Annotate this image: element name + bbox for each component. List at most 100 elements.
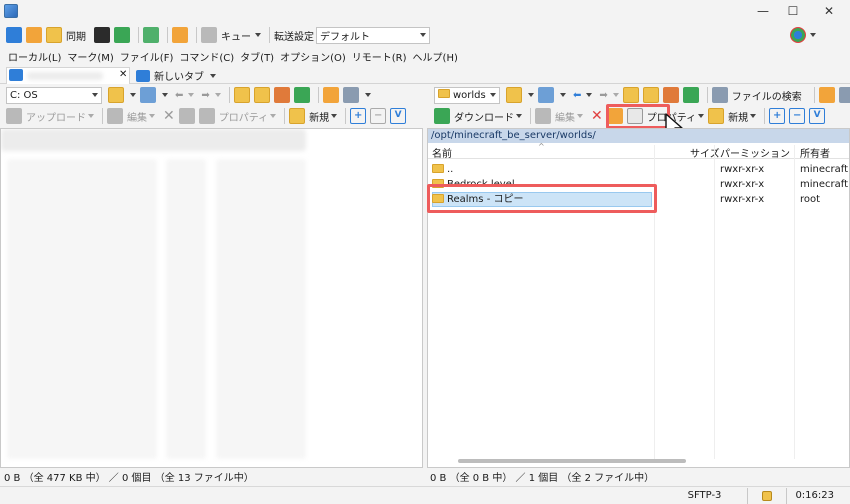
transfer-icon[interactable] <box>114 27 130 43</box>
menu-tab[interactable]: タブ(T) <box>240 49 274 64</box>
preferences-gear-icon[interactable] <box>172 27 188 43</box>
edit-icon[interactable] <box>107 108 123 124</box>
transfer-settings-select[interactable]: デフォルト <box>316 26 430 44</box>
download-button[interactable]: ダウンロード <box>454 109 514 124</box>
back-arrow-icon[interactable]: ⬅ <box>175 90 183 101</box>
view-mode-icon[interactable] <box>838 87 850 103</box>
new-tab-label: 新しいタブ <box>154 72 204 83</box>
invert-selection-icon[interactable]: V <box>809 108 826 124</box>
sync-icon[interactable] <box>46 27 62 43</box>
delete-icon[interactable]: ✕ <box>163 108 175 124</box>
menu-options[interactable]: オプション(O) <box>280 49 346 64</box>
open-folder-icon[interactable] <box>108 87 124 103</box>
home-icon[interactable] <box>273 87 290 103</box>
left-drive-select[interactable]: C: OS <box>6 86 102 104</box>
highlight-selected-row <box>427 184 657 213</box>
edit-icon[interactable] <box>535 108 551 124</box>
remote-path-bar[interactable]: /opt/minecraft_be_server/worlds/ <box>428 129 849 143</box>
filter-icon[interactable] <box>538 87 554 103</box>
file-owner: root <box>800 194 821 205</box>
close-tab-icon[interactable]: ✕ <box>119 69 127 80</box>
forward-arrow-icon[interactable]: ➡ <box>201 90 209 101</box>
filter-icon[interactable] <box>140 87 156 103</box>
menu-bar: ローカル(L) マーク(M) ファイル(F) コマンド(C) タブ(T) オプシ… <box>8 48 464 64</box>
left-edit-button[interactable]: 編集 <box>127 109 147 124</box>
forward-arrow-icon[interactable]: ➡ <box>599 90 607 101</box>
back-arrow-icon[interactable]: ⬅ <box>573 90 581 101</box>
menu-mark[interactable]: マーク(M) <box>67 49 113 64</box>
horizontal-scrollbar[interactable] <box>458 459 686 463</box>
sync-label[interactable]: 同期 <box>66 28 86 43</box>
right-edit-button[interactable]: 編集 <box>555 109 575 124</box>
queue-button[interactable]: キュー <box>221 28 251 43</box>
view-mode-icon[interactable] <box>342 87 359 103</box>
menu-command[interactable]: コマンド(C) <box>179 49 234 64</box>
right-new-button[interactable]: 新規 <box>728 109 748 124</box>
new-folder-icon[interactable] <box>289 108 306 124</box>
network-dropdown-icon[interactable] <box>810 33 816 37</box>
new-tab-dropdown-icon[interactable] <box>210 73 216 78</box>
tree-icon[interactable] <box>322 87 339 103</box>
root-directory-icon[interactable] <box>642 87 659 103</box>
chevron-down-icon <box>420 33 426 37</box>
delete-icon[interactable]: ✕ <box>591 108 603 124</box>
left-file-panel[interactable] <box>0 128 423 468</box>
tab-name-redacted <box>27 72 103 80</box>
column-name[interactable]: 名前 <box>432 145 452 160</box>
table-row[interactable]: .. rwxr-xr-x minecraft <box>432 162 848 177</box>
session-tab-active[interactable]: ✕ <box>6 67 130 84</box>
open-folder-icon[interactable] <box>506 87 522 103</box>
file-permissions: rwxr-xr-x <box>720 179 765 190</box>
column-size[interactable]: サイズ <box>690 145 720 160</box>
left-new-button[interactable]: 新規 <box>309 109 329 124</box>
upload-button[interactable]: アップロード <box>26 109 86 124</box>
right-folder-select[interactable]: worlds <box>434 86 500 104</box>
rename-icon[interactable] <box>178 108 195 124</box>
file-permissions: rwxr-xr-x <box>720 194 765 205</box>
network-status-icon[interactable] <box>790 27 806 43</box>
download-icon[interactable] <box>434 108 450 124</box>
select-minus-icon[interactable]: − <box>370 108 387 124</box>
menu-file[interactable]: ファイル(F) <box>120 49 174 64</box>
lock-icon[interactable] <box>762 491 773 501</box>
column-owner[interactable]: 所有者 <box>800 145 830 160</box>
menu-help[interactable]: ヘルプ(H) <box>413 49 458 64</box>
refresh-icon[interactable] <box>293 87 310 103</box>
refresh-icon[interactable] <box>682 87 699 103</box>
new-tab-button[interactable]: 新しいタブ <box>136 68 220 83</box>
close-window-button[interactable]: ✕ <box>822 4 836 18</box>
tree-icon[interactable] <box>818 87 835 103</box>
menu-local[interactable]: ローカル(L) <box>8 49 61 64</box>
maximize-button[interactable]: ☐ <box>786 4 800 18</box>
right-file-panel[interactable]: /opt/minecraft_be_server/worlds/ 名前 ^ サイ… <box>427 128 850 468</box>
home-icon[interactable] <box>662 87 679 103</box>
root-directory-icon[interactable] <box>253 87 270 103</box>
select-minus-icon[interactable]: − <box>789 108 806 124</box>
new-folder-icon[interactable] <box>708 108 725 124</box>
main-toolbar: 同期 キュー 転送設定 デフォルト <box>6 24 846 46</box>
properties-icon[interactable] <box>198 108 215 124</box>
highlight-properties <box>606 104 670 129</box>
upload-icon[interactable] <box>6 108 22 124</box>
terminal-icon[interactable] <box>94 27 110 43</box>
app-icon <box>4 4 18 18</box>
select-plus-icon[interactable]: + <box>769 108 786 124</box>
refresh-all-icon[interactable] <box>143 27 159 43</box>
file-name: .. <box>447 164 454 175</box>
select-plus-icon[interactable]: + <box>350 108 367 124</box>
transfer-settings-label: 転送設定 <box>274 31 314 43</box>
invert-selection-icon[interactable]: V <box>390 108 407 124</box>
find-files-icon[interactable] <box>711 87 728 103</box>
parent-directory-icon[interactable] <box>233 87 250 103</box>
computer-icon <box>9 69 23 81</box>
parent-directory-icon[interactable] <box>622 87 639 103</box>
menu-remote[interactable]: リモート(R) <box>352 49 407 64</box>
queue-icon[interactable] <box>201 27 217 43</box>
left-properties-button[interactable]: プロパティ <box>219 109 268 124</box>
minimize-button[interactable]: — <box>756 4 770 18</box>
column-permissions[interactable]: パーミッション <box>720 145 790 160</box>
synchronize-browse-icon[interactable] <box>26 27 42 43</box>
queue-dropdown-icon[interactable] <box>255 33 261 37</box>
find-files-button[interactable]: ファイルの検索 <box>732 88 802 103</box>
compare-icon[interactable] <box>6 27 22 43</box>
